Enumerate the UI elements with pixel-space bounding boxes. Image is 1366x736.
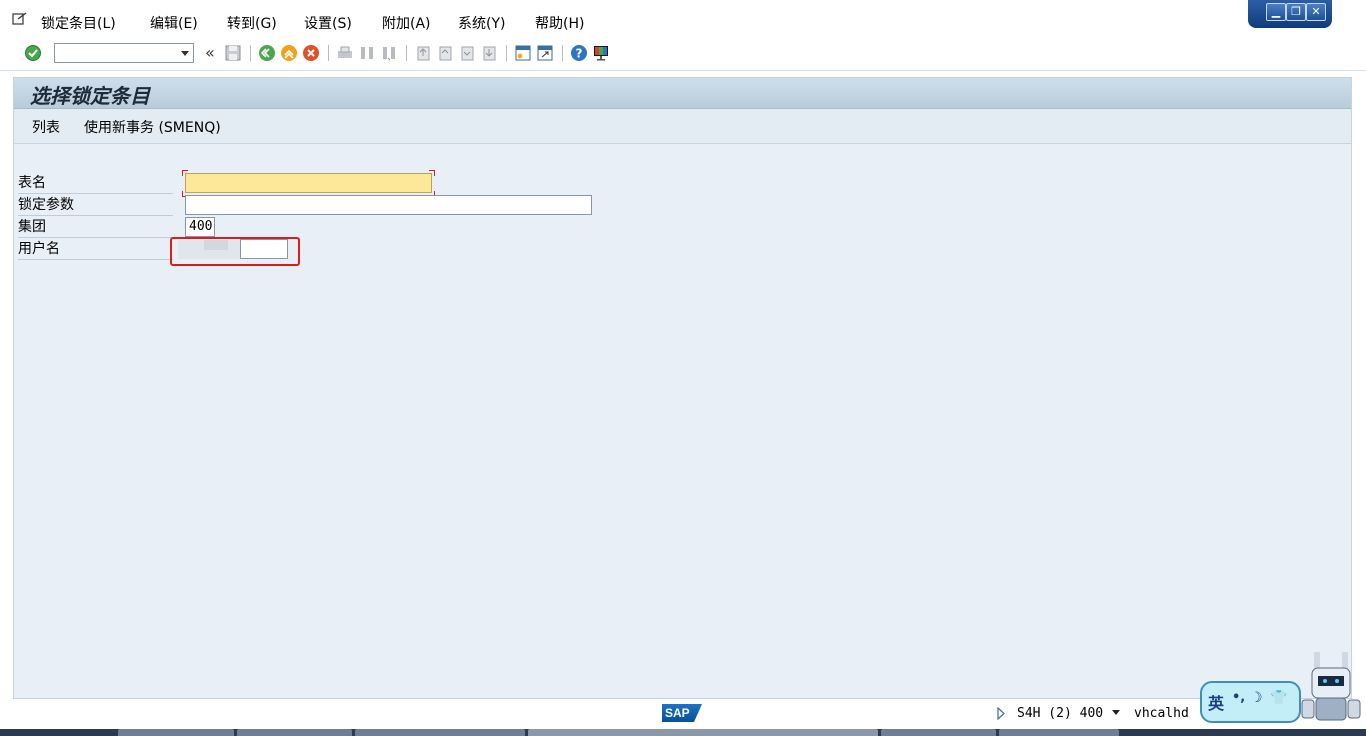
status-expand-icon[interactable] — [996, 707, 1006, 720]
taskbar-button[interactable] — [355, 729, 525, 736]
back-icon[interactable] — [258, 44, 276, 62]
find-next-icon[interactable] — [380, 44, 398, 62]
first-page-icon[interactable] — [414, 44, 432, 62]
shortcut-icon[interactable] — [536, 44, 554, 62]
ime-toolbar[interactable]: 英 •, ☽ 👕 — [1200, 681, 1301, 723]
previous-page-icon[interactable] — [436, 44, 454, 62]
client-input[interactable]: 400 — [185, 217, 215, 237]
customize-layout-icon[interactable] — [592, 44, 610, 62]
lock-argument-input[interactable] — [185, 195, 592, 215]
client-label: 集团 — [18, 217, 173, 238]
minimize-button[interactable]: ▁ — [1266, 3, 1286, 21]
svg-text:?: ? — [576, 47, 583, 61]
table-name-label: 表名 — [18, 173, 173, 194]
list-button[interactable]: 列表 — [32, 117, 60, 137]
toolbar-separator — [250, 45, 251, 61]
enter-icon[interactable] — [24, 44, 42, 62]
print-icon[interactable] — [336, 44, 354, 62]
help-icon[interactable]: ? — [570, 44, 588, 62]
mascot-robot-icon — [1301, 652, 1361, 721]
moon-icon[interactable]: ☽ — [1250, 690, 1263, 706]
close-button[interactable]: ✕ — [1306, 3, 1326, 21]
server-name: vhcalhd — [1134, 706, 1189, 721]
menu-edit[interactable]: 编辑(E) — [150, 13, 198, 33]
toolbar-separator — [328, 45, 329, 61]
find-icon[interactable] — [358, 44, 376, 62]
focus-corner — [182, 170, 188, 176]
ime-punctuation[interactable]: •, — [1232, 690, 1245, 705]
application-toolbar: 列表 使用新事务 (SMENQ) — [14, 109, 1351, 144]
highlight-box — [170, 237, 300, 266]
taskbar-button[interactable] — [528, 729, 878, 736]
menu-settings[interactable]: 设置(S) — [304, 13, 352, 33]
menu-system[interactable]: 系统(Y) — [458, 13, 505, 33]
title-band: 选择锁定条目 — [14, 78, 1351, 109]
taskbar-button[interactable] — [881, 729, 996, 736]
menu-extras[interactable]: 附加(A) — [382, 13, 431, 33]
restore-button[interactable]: ❐ — [1286, 3, 1306, 21]
menu-help[interactable]: 帮助(H) — [535, 13, 584, 33]
user-name-label: 用户名 — [18, 239, 173, 260]
table-name-input[interactable] — [185, 173, 432, 193]
taskbar-button[interactable] — [118, 729, 234, 736]
toolbar-separator — [562, 45, 563, 61]
collapse-icon[interactable]: « — [205, 43, 215, 62]
focus-corner — [429, 170, 435, 176]
exit-icon[interactable] — [280, 44, 298, 62]
menu-bar: 锁定条目(L) 编辑(E) 转到(G) 设置(S) 附加(A) 系统(Y) 帮助… — [0, 0, 1366, 42]
next-page-icon[interactable] — [458, 44, 476, 62]
cancel-icon[interactable] — [302, 44, 320, 62]
toolbar-separator — [406, 45, 407, 61]
new-session-icon[interactable] — [514, 44, 532, 62]
chevron-down-icon[interactable] — [181, 51, 189, 56]
lock-argument-label: 锁定参数 — [18, 195, 173, 216]
last-page-icon[interactable] — [480, 44, 498, 62]
toolbar-separator — [506, 45, 507, 61]
chevron-down-icon[interactable] — [1111, 709, 1121, 716]
save-icon[interactable] — [224, 44, 242, 62]
menu-goto[interactable]: 转到(G) — [227, 13, 277, 33]
menu-entry-icon[interactable] — [12, 12, 28, 26]
ime-mode[interactable]: 英 — [1208, 690, 1224, 714]
window-controls: ▁ ❐ ✕ — [1248, 0, 1332, 28]
command-field[interactable] — [54, 43, 194, 63]
page-title: 选择锁定条目 — [30, 84, 150, 108]
system-info: S4H (2) 400 — [1017, 706, 1104, 721]
shirt-icon[interactable]: 👕 — [1270, 690, 1287, 706]
taskbar-button[interactable] — [999, 729, 1119, 736]
new-transaction-button[interactable]: 使用新事务 (SMENQ) — [84, 117, 221, 137]
taskbar-button[interactable] — [237, 729, 352, 736]
menu-lock-entries[interactable]: 锁定条目(L) — [41, 13, 116, 33]
main-frame: 选择锁定条目 列表 使用新事务 (SMENQ) — [13, 77, 1352, 699]
